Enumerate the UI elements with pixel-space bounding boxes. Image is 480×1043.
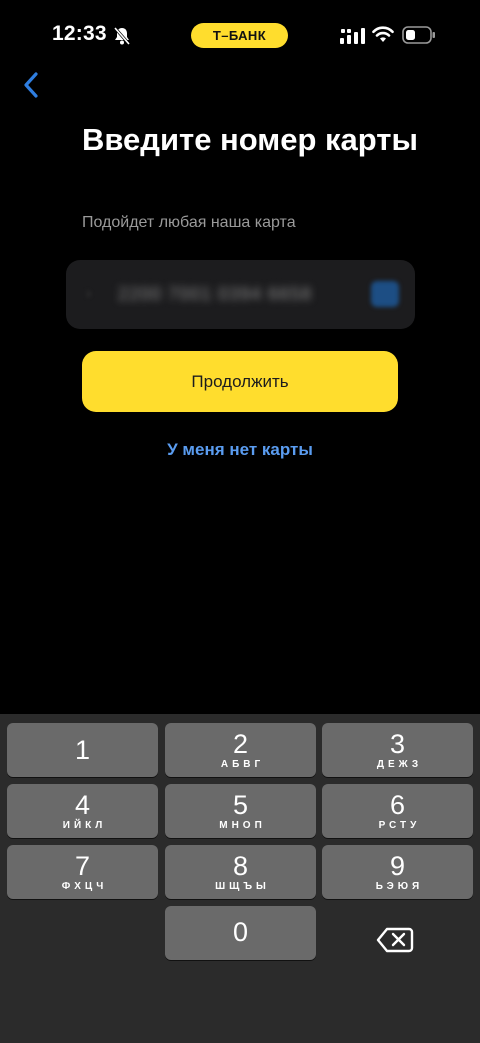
key-letters: АБВГ <box>220 759 265 770</box>
key-6[interactable]: 6 РСТУ <box>322 784 473 838</box>
key-digit: 6 <box>389 790 406 820</box>
key-8[interactable]: 8 ШЩЪЫ <box>165 845 316 899</box>
key-letters: ИЙКЛ <box>62 820 107 831</box>
key-9[interactable]: 9 ЬЭЮЯ <box>322 845 473 899</box>
key-4[interactable]: 4 ИЙКЛ <box>7 784 158 838</box>
key-1[interactable]: 1 <box>7 723 158 777</box>
key-3[interactable]: 3 ДЕЖЗ <box>322 723 473 777</box>
page-title: Введите номер карты <box>82 122 418 157</box>
key-2[interactable]: 2 АБВГ <box>165 723 316 777</box>
cellular-signal-icon <box>340 28 365 44</box>
key-5[interactable]: 5 МНОП <box>165 784 316 838</box>
numeric-keypad: 1 2 АБВГ 3 ДЕЖЗ 4 ИЙКЛ 5 МНОП 6 РСТУ 7 Ф… <box>0 714 480 1043</box>
backspace-icon[interactable] <box>371 920 423 960</box>
key-digit: 9 <box>389 851 406 881</box>
key-letters: ЬЭЮЯ <box>375 881 424 892</box>
carrier-pill[interactable]: Т–БАНК <box>191 23 288 48</box>
page-subtitle: Подойдет любая наша карта <box>82 214 296 231</box>
bell-slash-icon <box>113 27 131 45</box>
key-digit: 3 <box>389 729 406 759</box>
no-card-link[interactable]: У меня нет карты <box>0 440 480 460</box>
card-number-value: 2200 7001 0394 6658 <box>118 284 313 304</box>
status-bar: 12:33 Т–БАНК <box>0 0 480 72</box>
key-letters: ФХЦЧ <box>61 881 108 892</box>
card-number-input[interactable]: › 2200 7001 0394 6658 <box>66 260 415 329</box>
wifi-icon <box>372 26 394 42</box>
chevron-left-icon[interactable] <box>20 70 44 100</box>
key-digit: 2 <box>232 729 249 759</box>
card-input-prefix: › <box>86 285 92 302</box>
key-digit: 0 <box>232 917 249 947</box>
key-letters: МНОП <box>219 820 266 831</box>
key-letters: ШЩЪЫ <box>215 881 270 892</box>
card-entry-screen: 12:33 Т–БАНК Введите номер карты Подойде… <box>0 0 480 1043</box>
key-letters: ДЕЖЗ <box>376 759 423 770</box>
status-time: 12:33 <box>52 22 107 45</box>
key-0[interactable]: 0 <box>165 906 316 960</box>
key-digit: 4 <box>74 790 91 820</box>
key-letters: РСТУ <box>378 820 421 831</box>
key-digit: 8 <box>232 851 249 881</box>
continue-button[interactable]: Продолжить <box>82 351 398 412</box>
key-7[interactable]: 7 ФХЦЧ <box>7 845 158 899</box>
key-digit: 5 <box>232 790 249 820</box>
card-scan-icon[interactable] <box>371 281 399 307</box>
key-digit: 1 <box>74 735 91 765</box>
battery-icon <box>402 26 435 44</box>
key-digit: 7 <box>74 851 91 881</box>
